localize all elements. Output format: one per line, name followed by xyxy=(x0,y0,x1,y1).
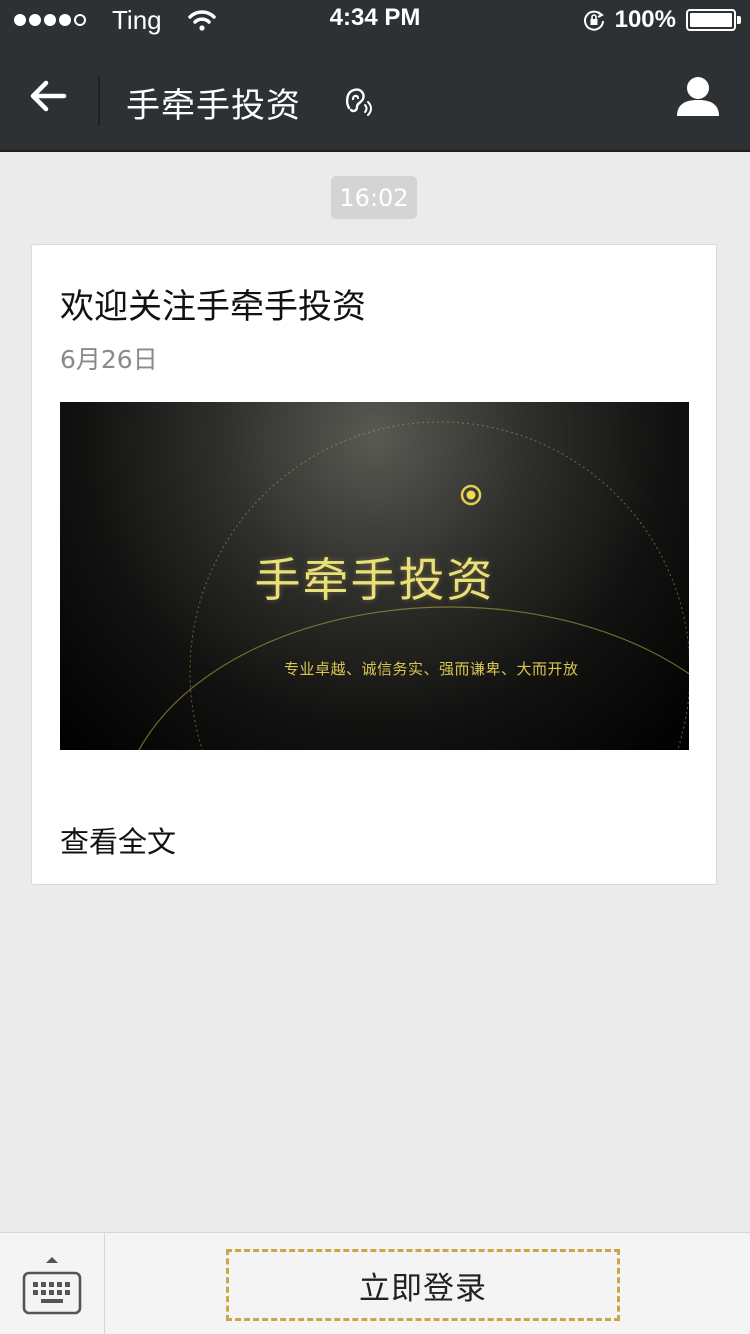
ear-icon xyxy=(345,88,372,116)
battery-icon xyxy=(686,9,741,31)
read-full-article-link[interactable]: 查看全文 xyxy=(60,819,176,861)
nav-divider xyxy=(98,76,100,126)
login-button[interactable]: 立即登录 xyxy=(226,1249,620,1321)
back-button[interactable] xyxy=(22,70,74,122)
navigation-bar: 手牵手投资 xyxy=(0,40,750,152)
message-timestamp: 16:02 xyxy=(331,176,417,219)
article-date: 6月26日 xyxy=(60,345,158,374)
keyboard-toggle-button[interactable] xyxy=(0,1233,105,1334)
article-card[interactable]: 欢迎关注手牵手投资 6月26日 手牵手投资 专业卓越、诚信务实、强而谦卑、大而开… xyxy=(31,244,717,885)
cover-title: 手牵手投资 xyxy=(254,553,495,607)
rotation-lock-icon xyxy=(583,10,604,31)
page-title: 手牵手投资 xyxy=(126,86,301,126)
person-icon xyxy=(677,77,719,116)
chat-content: 16:02 欢迎关注手牵手投资 6月26日 手牵手投资 专业卓越、诚信务实、强而… xyxy=(0,152,750,1232)
profile-button[interactable] xyxy=(668,66,728,126)
keyboard-icon xyxy=(22,1257,82,1315)
arrow-left-icon xyxy=(30,80,67,112)
article-cover-image[interactable]: 手牵手投资 专业卓越、诚信务实、强而谦卑、大而开放 xyxy=(60,402,689,750)
bottom-menu-bar: 立即登录 xyxy=(0,1232,750,1334)
status-right: 100% xyxy=(583,5,741,35)
article-title: 欢迎关注手牵手投资 xyxy=(60,287,366,327)
cover-slogan: 专业卓越、诚信务实、强而谦卑、大而开放 xyxy=(284,660,579,678)
status-bar: Ting 4:34 PM 100% xyxy=(0,0,750,40)
battery-percent: 100% xyxy=(614,6,676,33)
battery-fill xyxy=(690,13,732,27)
